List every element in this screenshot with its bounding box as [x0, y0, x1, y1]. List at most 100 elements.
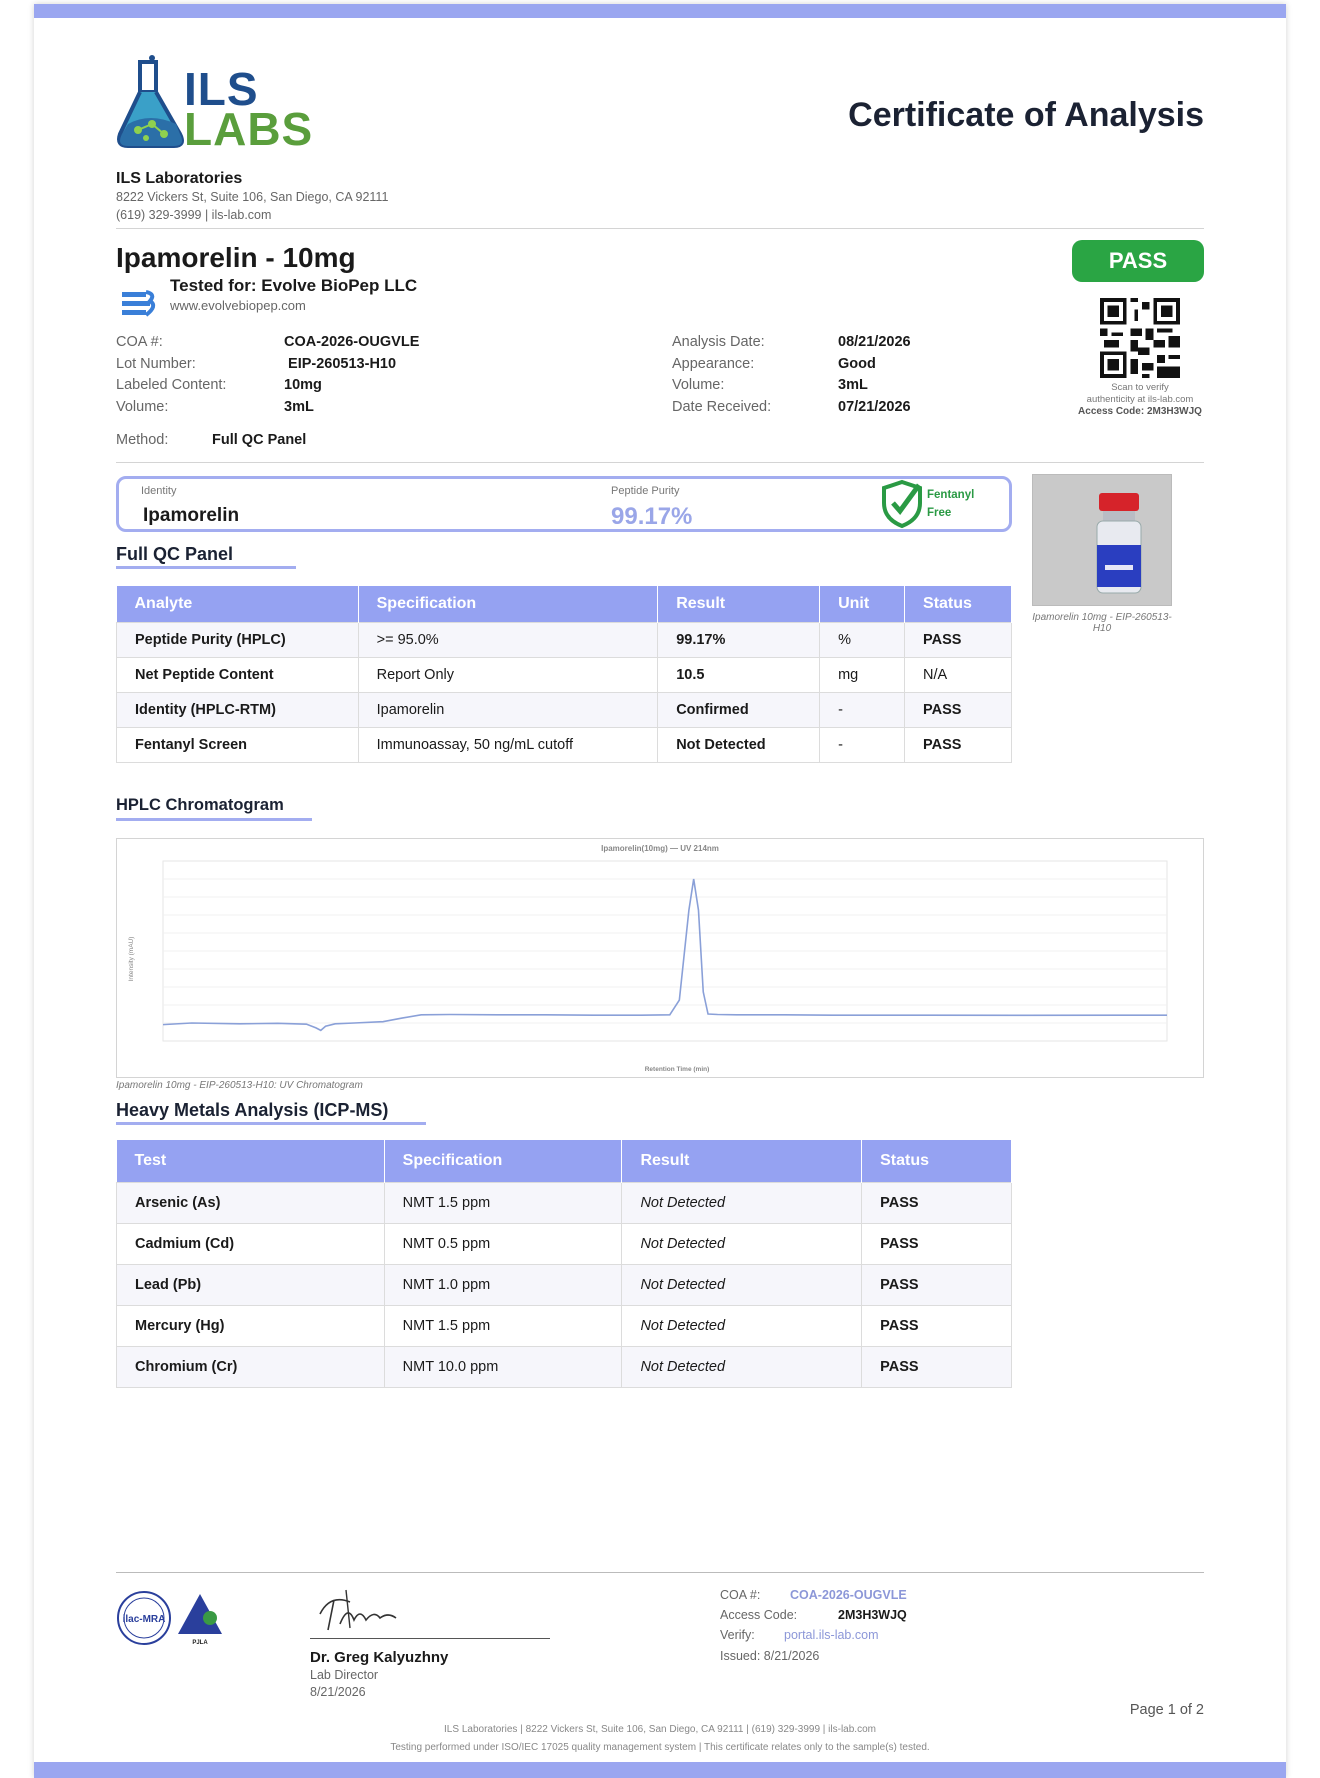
lab-name: ILS Laboratories: [116, 170, 243, 187]
labeled-content-label: Labeled Content:: [116, 377, 227, 393]
heavy-metals-table: Test Specification Result Status Arsenic…: [116, 1140, 1012, 1388]
date-received-label: Date Received:: [672, 399, 772, 415]
signature-image: [319, 1589, 397, 1631]
method-label: Method:: [116, 432, 169, 448]
lab-contact: (619) 329-3999 | ils-lab.com: [116, 208, 272, 222]
top-accent-bar: [34, 4, 1286, 18]
col-header-unit: Unit: [819, 586, 906, 622]
cell-result: 10.5: [657, 656, 821, 693]
footer-issued: Issued: 8/21/2026: [720, 1649, 820, 1663]
client-logo-icon: [122, 290, 156, 317]
col-header-analyte: Analyte: [116, 586, 359, 622]
cell-specification: >= 95.0%: [357, 621, 659, 658]
cell-status: PASS: [861, 1263, 1012, 1306]
client-url[interactable]: www.evolvebiopep.com: [170, 298, 306, 313]
footer-verify-link[interactable]: portal.ils-lab.com: [784, 1628, 878, 1642]
col-header-test: Test: [116, 1140, 385, 1182]
pjla-text: PJLA: [192, 1640, 208, 1646]
table-row: Arsenic (As) NMT 1.5 ppm Not Detected PA…: [116, 1181, 1012, 1224]
table-row: Lead (Pb) NMT 1.0 ppm Not Detected PASS: [116, 1263, 1012, 1306]
heavy-metals-title: Heavy Metals Analysis (ICP-MS): [116, 1100, 389, 1120]
document-title: Certificate of Analysis: [848, 96, 1204, 134]
chart-ylabel: Intensity (mAU): [128, 937, 135, 982]
footer-divider: [116, 1572, 1204, 1573]
overall-pass-badge: PASS: [1072, 240, 1204, 282]
signature-line: [310, 1638, 550, 1639]
cell-specification: Report Only: [357, 656, 659, 693]
appearance-value: Good: [838, 356, 876, 372]
chromatogram-trace: [162, 878, 1167, 1032]
cell-specification: NMT 0.5 ppm: [383, 1222, 623, 1265]
divider: [116, 228, 1204, 229]
qr-code-icon[interactable]: [1100, 298, 1180, 378]
qc-panel-title: Full QC Panel: [116, 544, 234, 564]
identity-summary-box: Identity Ipamorelin Peptide Purity 99.17…: [116, 476, 1012, 532]
cell-specification: NMT 1.5 ppm: [383, 1181, 623, 1224]
certificate-page: ILS LABS Certificate of Analysis ILS Lab…: [34, 4, 1286, 1778]
cell-result: Confirmed: [657, 691, 821, 728]
footer-access-value: 2M3H3WJQ: [838, 1608, 907, 1622]
page-number: Page 1 of 2: [1129, 1702, 1204, 1718]
identity-value: Ipamorelin: [143, 505, 240, 526]
identity-label: Identity: [141, 485, 177, 497]
footer-verify-label: Verify:: [720, 1628, 755, 1642]
cell-status: PASS: [861, 1222, 1012, 1265]
lab-address: 8222 Vickers St, Suite 106, San Diego, C…: [116, 190, 389, 204]
cell-status: PASS: [904, 621, 1012, 658]
analysis-date-value: 08/21/2026: [838, 334, 911, 350]
fineprint-line2: Testing performed under ISO/IEC 17025 qu…: [390, 1742, 930, 1753]
cell-test: Arsenic (As): [116, 1181, 385, 1224]
cell-result: Not Detected: [657, 726, 821, 763]
section-underline: [116, 1122, 426, 1125]
cell-status: PASS: [861, 1345, 1012, 1388]
cell-result: Not Detected: [621, 1181, 863, 1224]
cell-status: N/A: [904, 656, 1012, 693]
cell-unit: mg: [819, 656, 906, 693]
signer-role: Lab Director: [310, 1668, 379, 1682]
qr-caption-line2: authenticity at ils-lab.com: [1086, 394, 1194, 405]
cell-result: Not Detected: [621, 1345, 863, 1388]
cell-status: PASS: [861, 1304, 1012, 1347]
cell-test: Lead (Pb): [116, 1263, 385, 1306]
signer-name: Dr. Greg Kalyuzhny: [310, 1649, 449, 1666]
cell-specification: Ipamorelin: [357, 691, 659, 728]
cell-unit: %: [819, 621, 906, 658]
section-underline: [116, 818, 312, 821]
ilac-mra-text: ilac-MRA: [123, 1614, 166, 1625]
date-received-value: 07/21/2026: [838, 399, 911, 415]
coa-number-label: COA #:: [116, 334, 163, 350]
section-underline: [116, 566, 296, 569]
signer-date: 8/21/2026: [310, 1685, 366, 1699]
fentanyl-free-line2: Free: [927, 507, 952, 519]
cell-analyte: Net Peptide Content: [116, 656, 359, 693]
analysis-date-label: Analysis Date:: [672, 334, 765, 350]
cell-specification: NMT 10.0 ppm: [383, 1345, 623, 1388]
lot-number-label: Lot Number:: [116, 356, 196, 372]
qr-caption-line1: Scan to verify: [1111, 382, 1169, 393]
labeled-content-value: 10mg: [284, 377, 322, 393]
vial-image: [1033, 475, 1171, 605]
lot-number-value: EIP-260513-H10: [284, 356, 397, 372]
cell-result: Not Detected: [621, 1304, 863, 1347]
flask-logo-icon: [117, 55, 184, 148]
cell-test: Mercury (Hg): [116, 1304, 385, 1347]
cell-test: Chromium (Cr): [116, 1345, 385, 1388]
cell-unit: -: [819, 691, 906, 728]
logo-text-labs: LABS: [184, 103, 314, 155]
table-row: Mercury (Hg) NMT 1.5 ppm Not Detected PA…: [116, 1304, 1012, 1347]
volume-right-value: 3mL: [838, 377, 868, 393]
chromatogram-box: Ipamorelin(10mg) — UV 214nm Retention Ti…: [116, 838, 1204, 1078]
table-row: Fentanyl Screen Immunoassay, 50 ng/mL cu…: [116, 726, 1012, 763]
cell-result: 99.17%: [657, 621, 821, 658]
fentanyl-free-line1: Fentanyl: [927, 489, 975, 501]
col-header-status: Status: [904, 586, 1012, 622]
chromatogram-chart: Ipamorelin(10mg) — UV 214nm Retention Ti…: [128, 844, 1168, 1073]
purity-value: 99.17%: [611, 503, 693, 530]
cell-status: PASS: [861, 1181, 1012, 1224]
vial-caption: Ipamorelin 10mg - EIP-260513-H10: [1032, 612, 1172, 634]
cell-specification: NMT 1.5 ppm: [383, 1304, 623, 1347]
col-header-status: Status: [861, 1140, 1012, 1182]
cell-specification: NMT 1.0 ppm: [383, 1263, 623, 1306]
cell-unit: -: [819, 726, 906, 763]
volume-right-label: Volume:: [672, 377, 725, 393]
